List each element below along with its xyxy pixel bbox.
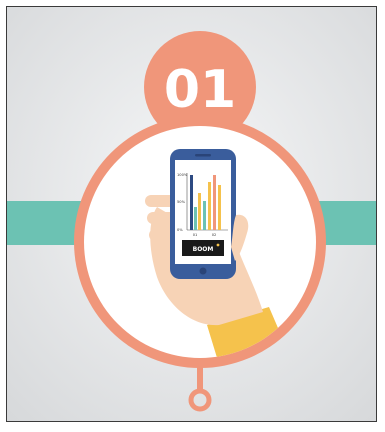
chart-bar <box>198 193 201 230</box>
phone-home-button <box>199 267 207 275</box>
infographic-illustration: 01 100% 50% 0% 01 02 BOOM <box>7 7 376 421</box>
infographic-frame: 01 100% 50% 0% 01 02 BOOM <box>6 6 377 422</box>
phone-speaker <box>195 154 211 157</box>
x-tick-label: 02 <box>212 233 217 237</box>
boom-button-label: BOOM <box>193 246 214 253</box>
chart-bar <box>203 201 206 230</box>
chart-bar <box>194 207 197 230</box>
y-tick-label: 50% <box>177 200 186 204</box>
chart-bar <box>213 175 216 230</box>
chart-bar <box>190 175 193 230</box>
chart-bar <box>208 182 211 230</box>
y-tick-label: 100% <box>177 173 188 177</box>
chart-bar <box>218 185 221 230</box>
boom-accent-dot <box>216 243 220 247</box>
badge-number: 01 <box>164 60 236 120</box>
y-tick-label: 0% <box>177 228 183 232</box>
x-tick-label: 01 <box>193 233 198 237</box>
